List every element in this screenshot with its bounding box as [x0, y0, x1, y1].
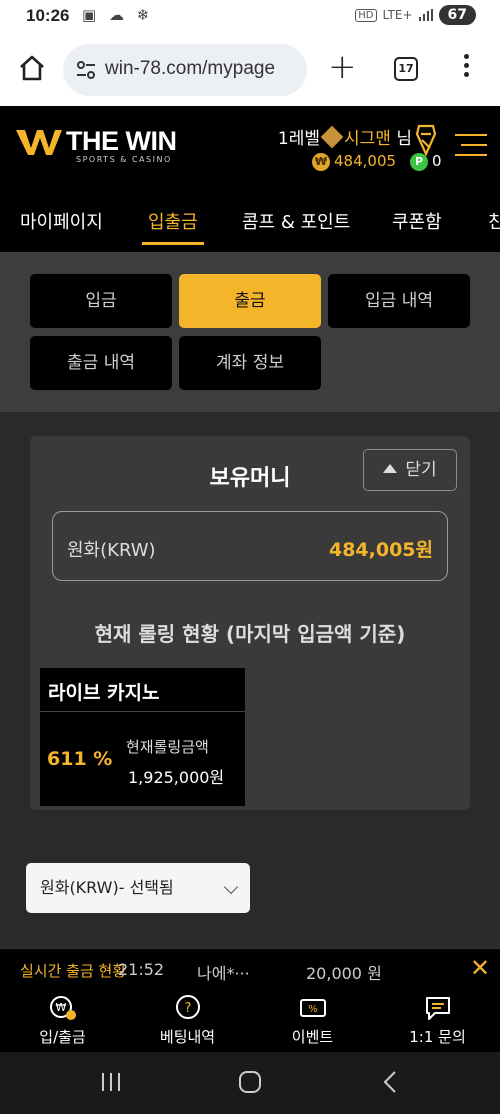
question-icon: ?: [175, 995, 200, 1019]
bottom-nav-inquiry[interactable]: 1:1 문의: [375, 992, 500, 1047]
rolling-amount-label: 현재롤링금액: [126, 738, 209, 756]
tab-switcher-button[interactable]: 17: [394, 57, 418, 81]
caret-up-icon: [383, 464, 398, 473]
address-bar[interactable]: win-78.com/mypage: [63, 44, 307, 96]
tab-deposit-withdraw[interactable]: 입출금: [142, 208, 204, 245]
tab-friends[interactable]: 친: [488, 208, 500, 234]
url-text: win-78.com/mypage: [105, 58, 276, 79]
rolling-percent: 611 %: [47, 748, 113, 770]
rolling-card: 라이브 카지노 611 % 현재롤링금액 1,925,000원: [40, 668, 245, 806]
rolling-category: 라이브 카지노: [40, 668, 245, 712]
chevron-down-icon: [223, 879, 239, 895]
subtab-deposit[interactable]: 입금: [30, 274, 172, 328]
currency-select-value: 원화(KRW)- 선택됨: [40, 878, 174, 897]
withdraw-ticker: 실시간 출금 현황 21:52 나에*··· 20,000 원 ✕: [0, 948, 500, 988]
ticker-time: 21:52: [118, 960, 165, 979]
bottom-nav-inquiry-label: 1:1 문의: [409, 1028, 466, 1046]
ticket-icon: %: [299, 999, 326, 1017]
balance-amount: 484,005원: [328, 539, 433, 561]
main-content: 보유머니 닫기 원화(KRW) 484,005원 현재 롤링 현황 (마지막 입…: [0, 412, 500, 948]
rank-icon: [320, 125, 344, 149]
bottom-nav-deposit[interactable]: ₩ 입/출금: [0, 992, 125, 1047]
holdings-card: 보유머니 닫기 원화(KRW) 484,005원 현재 롤링 현황 (마지막 입…: [30, 436, 470, 810]
site-logo[interactable]: THE WIN SPORTS & CASINO: [16, 126, 177, 164]
ribbon-icon[interactable]: [415, 124, 437, 156]
network-label: LTE+: [382, 8, 413, 22]
hd-icon: HD: [355, 8, 377, 22]
close-label: 닫기: [405, 460, 437, 480]
user-info: 1레벨 시그맨 님: [278, 124, 412, 149]
tab-coupons[interactable]: 쿠폰함: [392, 208, 442, 234]
battery-indicator: 67: [438, 5, 476, 25]
wallet-icon: ₩: [49, 996, 76, 1020]
site-settings-icon[interactable]: [75, 59, 97, 81]
site-header: THE WIN SPORTS & CASINO 1레벨 시그맨 님 ₩484,00…: [0, 106, 500, 190]
home-nav-icon[interactable]: [238, 1070, 262, 1094]
rolling-title: 현재 롤링 현황 (마지막 입금액 기준): [94, 622, 406, 646]
rolling-amount: 1,925,000원: [128, 768, 225, 787]
new-tab-icon[interactable]: +: [328, 50, 357, 84]
subtab-deposit-history[interactable]: 입금 내역: [328, 274, 470, 328]
header-money: 484,005: [334, 152, 397, 170]
logo-name: THE WIN: [66, 126, 177, 156]
bottom-nav-bets[interactable]: ? 베팅내역: [125, 992, 250, 1047]
status-right: HD LTE+ 67: [355, 5, 476, 25]
browser-menu-icon[interactable]: [463, 54, 471, 81]
main-nav-tabs: 마이페이지 입출금 콤프 & 포인트 쿠폰함 친: [0, 190, 500, 252]
android-nav-bar: [0, 1052, 500, 1114]
tab-mypage[interactable]: 마이페이지: [20, 208, 103, 234]
close-button[interactable]: 닫기: [363, 449, 457, 491]
logo-mark-icon: [16, 130, 62, 155]
user-suffix: 님: [396, 129, 412, 149]
bottom-nav-bets-label: 베팅내역: [159, 1028, 216, 1046]
back-icon[interactable]: [380, 1070, 400, 1094]
ticker-amount: 20,000 원: [306, 964, 382, 983]
svg-text:?: ?: [184, 1001, 191, 1016]
status-notification-icons: ▣ ☁ ❄: [82, 6, 154, 24]
recent-apps-icon[interactable]: [100, 1070, 122, 1094]
bottom-nav-events[interactable]: % 이벤트: [250, 992, 375, 1047]
bottom-nav: ₩ 입/출금 ? 베팅내역 % 이벤트 1:1 문의: [0, 988, 500, 1052]
balance-box: 원화(KRW) 484,005원: [52, 511, 448, 581]
won-coin-icon: ₩: [312, 153, 330, 171]
user-rank: 시그맨: [344, 129, 391, 149]
ticker-user: 나에*···: [197, 964, 250, 983]
svg-text:₩: ₩: [55, 1001, 66, 1014]
status-time: 10:26: [26, 6, 70, 25]
currency-label: 원화(KRW): [67, 540, 156, 561]
sub-tabs: 입금 출금 입금 내역 출금 내역 계좌 정보: [0, 252, 500, 412]
bottom-nav-deposit-label: 입/출금: [39, 1028, 86, 1046]
bottom-nav-events-label: 이벤트: [291, 1028, 334, 1046]
hamburger-menu-icon[interactable]: [455, 134, 487, 164]
signal-icon: [418, 9, 433, 21]
currency-select[interactable]: 원화(KRW)- 선택됨: [26, 863, 250, 913]
ticker-label: 실시간 출금 현황: [20, 962, 127, 980]
svg-text:%: %: [308, 1004, 318, 1015]
home-icon[interactable]: [18, 54, 46, 82]
logo-subtitle: SPORTS & CASINO: [76, 155, 172, 164]
tab-comp-points[interactable]: 콤프 & 포인트: [242, 208, 350, 234]
user-level: 1레벨: [277, 129, 321, 149]
subtab-account-info[interactable]: 계좌 정보: [179, 336, 321, 390]
browser-toolbar: win-78.com/mypage + 17: [0, 34, 500, 106]
chat-icon: [425, 997, 450, 1020]
subtab-withdraw[interactable]: 출금: [179, 274, 321, 328]
close-icon[interactable]: ✕: [470, 956, 490, 980]
subtab-withdraw-history[interactable]: 출금 내역: [30, 336, 172, 390]
status-bar: 10:26 ▣ ☁ ❄ HD LTE+ 67: [0, 0, 500, 34]
